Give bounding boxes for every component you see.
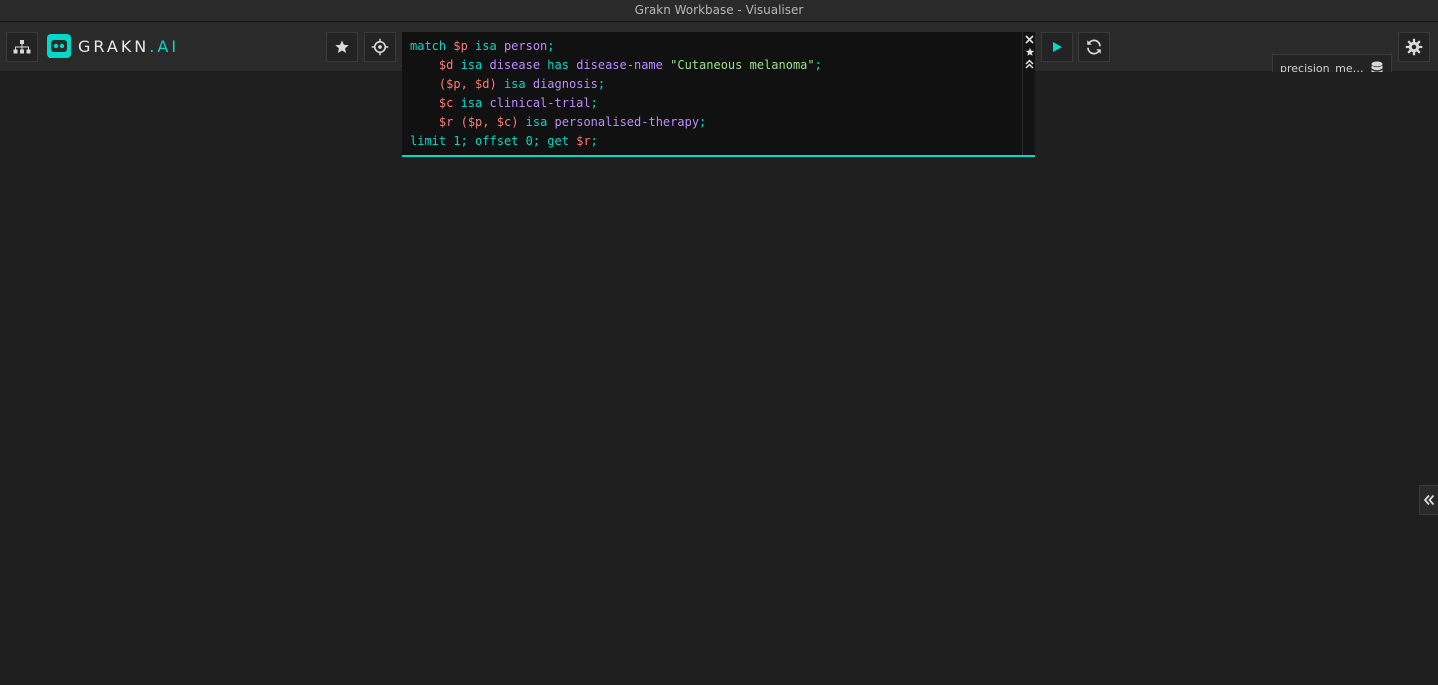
query-token: ; xyxy=(590,134,598,148)
clear-graph-button[interactable] xyxy=(1078,32,1110,62)
query-token xyxy=(410,58,439,72)
query-token: clinical-trial xyxy=(489,96,591,110)
query-token: diagnosis xyxy=(532,77,598,91)
query-token: $p xyxy=(467,115,483,129)
query-line: $d isa disease has disease-name "Cutaneo… xyxy=(410,56,822,75)
logo-wordmark: GRAKN.AI xyxy=(78,37,179,56)
logo-text-ai: .AI xyxy=(149,36,180,56)
query-token: $c xyxy=(438,96,454,110)
grakn-logo: GRAKN.AI xyxy=(46,33,179,59)
editor-side-controls xyxy=(1022,32,1035,155)
query-token xyxy=(453,115,460,129)
query-token: ; xyxy=(814,58,822,72)
collapse-up-icon[interactable] xyxy=(1024,58,1035,69)
query-token: ; xyxy=(597,77,606,91)
query-token: isa xyxy=(453,96,490,110)
query-token: ) xyxy=(489,77,497,91)
query-editor[interactable]: match $p isa person; $d isa disease has … xyxy=(402,32,1035,157)
query-token: ; xyxy=(699,115,707,129)
query-token: match xyxy=(410,39,454,53)
double-chevron-left-icon xyxy=(1423,494,1435,506)
query-token: has xyxy=(540,58,577,72)
query-token: $c xyxy=(496,115,512,129)
schema-design-button[interactable] xyxy=(6,32,38,62)
query-line: ($p, $d) isa diagnosis; xyxy=(410,75,822,94)
logo-text-main: GRAKN xyxy=(78,36,150,56)
query-token xyxy=(410,96,439,110)
query-token: disease-name xyxy=(576,58,663,72)
sitemap-icon xyxy=(13,40,31,54)
add-favourite-icon[interactable] xyxy=(1024,46,1035,57)
query-token xyxy=(410,77,439,91)
query-token: $r xyxy=(576,134,591,148)
query-token xyxy=(410,115,439,129)
gear-icon xyxy=(1405,38,1423,56)
run-query-button[interactable] xyxy=(1041,32,1073,62)
query-token: , xyxy=(482,115,497,129)
settings-button[interactable] xyxy=(1398,32,1430,62)
refresh-icon xyxy=(1087,39,1101,55)
query-token: disease xyxy=(489,58,541,72)
query-token: ; get xyxy=(532,134,577,148)
query-token: $d xyxy=(475,77,490,91)
play-icon xyxy=(1053,42,1062,52)
query-line: $r ($p, $c) isa personalised-therapy; xyxy=(410,113,822,132)
query-token: 1 xyxy=(453,134,461,148)
query-token: person xyxy=(503,39,548,53)
query-token: isa xyxy=(467,39,504,53)
star-icon xyxy=(335,40,349,53)
query-token: ; offset xyxy=(460,134,526,148)
query-line: $c isa clinical-trial; xyxy=(410,94,822,113)
close-icon[interactable] xyxy=(1024,34,1035,45)
grakn-logo-icon xyxy=(47,34,71,58)
query-token: isa xyxy=(496,77,533,91)
query-token: , xyxy=(460,77,476,91)
query-token: $r xyxy=(438,115,454,129)
side-panel-toggle[interactable] xyxy=(1419,485,1438,515)
graph-canvas[interactable] xyxy=(0,72,1438,685)
crosshair-icon xyxy=(371,38,389,56)
query-token: $d xyxy=(438,58,454,72)
focus-button[interactable] xyxy=(364,32,396,62)
query-token: 0 xyxy=(525,134,533,148)
favourite-queries-button[interactable] xyxy=(326,32,358,62)
query-token: "Cutaneous melanoma" xyxy=(670,58,815,72)
query-token: $p xyxy=(453,39,468,53)
query-token: ; xyxy=(590,96,598,110)
query-token: $p xyxy=(446,77,461,91)
query-text[interactable]: match $p isa person; $d isa disease has … xyxy=(410,37,822,151)
query-line: limit 1; offset 0; get $r; xyxy=(410,132,822,151)
window-title: Grakn Workbase - Visualiser xyxy=(0,0,1438,22)
query-token: limit xyxy=(410,134,454,148)
query-token: isa xyxy=(453,58,490,72)
query-line: match $p isa person; xyxy=(410,37,822,56)
query-token: ( xyxy=(460,115,468,129)
query-token: ; xyxy=(547,39,555,53)
query-token: personalised-therapy xyxy=(554,115,700,129)
query-token: isa xyxy=(518,115,555,129)
